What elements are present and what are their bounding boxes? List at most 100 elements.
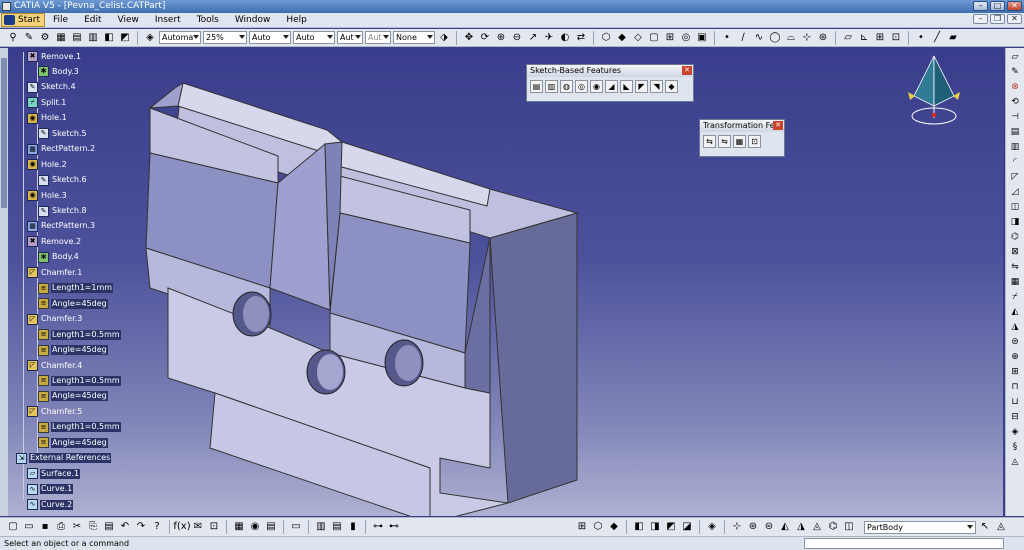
design-table-icon[interactable]: ▤ bbox=[264, 520, 278, 534]
plane-icon[interactable]: ▱ bbox=[841, 31, 855, 45]
color-combo[interactable]: Automa bbox=[159, 31, 201, 44]
tree-node[interactable]: ✱ Body.4 bbox=[38, 251, 80, 263]
compass[interactable] bbox=[906, 54, 962, 128]
catia-v5-icon[interactable]: ◬ bbox=[994, 520, 1008, 534]
menu-window[interactable]: Window bbox=[227, 13, 279, 27]
add-icon[interactable]: ⊞ bbox=[1009, 366, 1022, 378]
menu-help[interactable]: Help bbox=[278, 13, 315, 27]
hide-icon[interactable]: ◧ bbox=[632, 520, 646, 534]
fly-mode-icon[interactable]: ✈ bbox=[542, 31, 556, 45]
print-icon[interactable]: ⎙ bbox=[54, 520, 68, 534]
part-model[interactable] bbox=[0, 48, 1003, 516]
groove-icon[interactable]: ◎ bbox=[575, 80, 588, 93]
tree-node[interactable]: ◉ Hole.2 bbox=[27, 159, 68, 171]
start-menu[interactable]: Start bbox=[1, 13, 45, 27]
reference-icon[interactable]: ⊶ bbox=[371, 520, 385, 534]
tools-icon[interactable]: ✎ bbox=[22, 31, 36, 45]
close-surface-icon[interactable]: ◮ bbox=[1009, 321, 1022, 333]
tree-node[interactable]: ✎ Sketch.4 bbox=[27, 81, 77, 93]
remove-lump-icon[interactable]: ⊟ bbox=[1009, 411, 1022, 423]
command-input[interactable] bbox=[804, 538, 1004, 549]
menu-edit[interactable]: Edit bbox=[76, 13, 109, 27]
wireframe-icon[interactable]: ▢ bbox=[647, 31, 661, 45]
point-icon[interactable]: • bbox=[720, 31, 734, 45]
color-icon[interactable]: ◧ bbox=[102, 31, 116, 45]
tree-node[interactable]: ∿ Curve.2 bbox=[27, 499, 74, 511]
pocket-icon[interactable]: ▥ bbox=[545, 80, 558, 93]
rib-icon[interactable]: ◢ bbox=[605, 80, 618, 93]
material-icon[interactable]: ◉ bbox=[248, 520, 262, 534]
graphic-properties-icon[interactable]: ▦ bbox=[54, 31, 68, 45]
scan-icon[interactable]: ◫ bbox=[842, 520, 856, 534]
transparency-combo[interactable]: 25% bbox=[203, 31, 247, 44]
pointer-icon[interactable]: ⚲ bbox=[6, 31, 20, 45]
tree-node[interactable]: ✱ Body.3 bbox=[38, 66, 80, 78]
maximize-button[interactable]: □ bbox=[990, 1, 1005, 11]
tree-node[interactable]: ✖ Remove.2 bbox=[27, 236, 82, 248]
tree-node[interactable]: ≡ Angle=45deg bbox=[38, 298, 108, 310]
multi-section-solid-icon[interactable]: ◥ bbox=[650, 80, 663, 93]
tree-node[interactable]: ▱ Surface.1 bbox=[27, 468, 81, 480]
tree-node[interactable]: ≡ Length1=0.5mm bbox=[38, 329, 121, 341]
curvature-analysis-icon[interactable]: ◮ bbox=[794, 520, 808, 534]
sew-surface-icon[interactable]: ⊜ bbox=[1009, 336, 1022, 348]
tree-node[interactable]: ◸ Chamfer.4 bbox=[27, 360, 83, 371]
remove-face-icon[interactable]: ⊠ bbox=[1009, 246, 1022, 258]
tree-node[interactable]: ∿ Curve.1 bbox=[27, 483, 74, 495]
apply-material-icon[interactable]: ◈ bbox=[1009, 426, 1022, 438]
swap-icon[interactable]: ◨ bbox=[648, 520, 662, 534]
tree-node[interactable]: ⇲ External References bbox=[16, 452, 112, 464]
chamfer-side-icon[interactable]: ◸ bbox=[1009, 171, 1022, 183]
update-icon[interactable]: ⟲ bbox=[1009, 96, 1022, 108]
menu-view[interactable]: View bbox=[110, 13, 147, 27]
doc-restore-button[interactable]: ❐ bbox=[990, 14, 1005, 24]
removed-multi-section-icon[interactable]: ◆ bbox=[665, 80, 678, 93]
doc-minimize-button[interactable]: – bbox=[973, 14, 988, 24]
tree-node[interactable]: ◉ Hole.1 bbox=[27, 112, 68, 124]
tree-node[interactable]: ✖ Remove.1 bbox=[27, 51, 82, 62]
formula-icon[interactable]: f(x) bbox=[173, 520, 190, 534]
thread-icon[interactable]: ⌬ bbox=[1009, 231, 1022, 243]
close-icon[interactable]: ✕ bbox=[773, 121, 783, 130]
tree-scrollbar[interactable] bbox=[0, 48, 8, 516]
tree-node[interactable]: ✎ Sketch.6 bbox=[38, 174, 88, 186]
swap-space-icon[interactable]: ⇄ bbox=[574, 31, 588, 45]
draft-icon[interactable]: ◿ bbox=[1009, 186, 1022, 198]
sheet-icon[interactable]: ▤ bbox=[70, 31, 84, 45]
rect-pattern-icon[interactable]: ▦ bbox=[733, 135, 746, 148]
line-3d-icon[interactable]: ╱ bbox=[930, 31, 944, 45]
measure-inertia-icon[interactable]: ⊜ bbox=[762, 520, 776, 534]
catalog-icon[interactable]: ▦ bbox=[232, 520, 246, 534]
tree-node[interactable]: ✎ Sketch.5 bbox=[38, 128, 88, 140]
fit-all-icon[interactable]: ⊞ bbox=[575, 520, 589, 534]
undo-icon[interactable]: ↶ bbox=[118, 520, 132, 534]
catia-icon[interactable]: ◬ bbox=[1009, 456, 1022, 468]
tree-node[interactable]: ≡ Angle=45deg bbox=[38, 344, 108, 356]
macro-icon[interactable]: ⚙ bbox=[38, 31, 52, 45]
tree-node[interactable]: ≡ Length1=0.5mm bbox=[38, 375, 121, 387]
draft-analysis-icon[interactable]: ◭ bbox=[778, 520, 792, 534]
point-3d-icon[interactable]: • bbox=[914, 31, 928, 45]
select-icon[interactable]: ↖ bbox=[978, 520, 992, 534]
part-body-select[interactable]: PartBody bbox=[864, 520, 976, 534]
work-object-icon[interactable]: ▮ bbox=[346, 520, 360, 534]
tap-analysis-icon[interactable]: ◬ bbox=[810, 520, 824, 534]
iso-view-icon[interactable]: ⬡ bbox=[599, 31, 613, 45]
apply-material-bottom-icon[interactable]: ◈ bbox=[705, 520, 719, 534]
shading-material-icon[interactable]: ◆ bbox=[607, 520, 621, 534]
insert-body-icon[interactable]: ▥ bbox=[314, 520, 328, 534]
tree-node[interactable]: ≡ Angle=45deg bbox=[38, 390, 108, 402]
measure-item-icon[interactable]: ⊛ bbox=[746, 520, 760, 534]
shell-icon[interactable]: ◫ bbox=[1009, 201, 1022, 213]
layer-icon[interactable]: ◩ bbox=[118, 31, 132, 45]
line-icon[interactable]: ∕ bbox=[736, 31, 750, 45]
close-icon[interactable]: ✕ bbox=[682, 66, 692, 75]
layer-combo[interactable]: None bbox=[393, 31, 435, 44]
union-trim-icon[interactable]: ⊔ bbox=[1009, 396, 1022, 408]
fillet-icon[interactable]: ◜ bbox=[1009, 156, 1022, 168]
pattern-side-icon[interactable]: ▦ bbox=[1009, 276, 1022, 288]
comment-icon[interactable]: ✉ bbox=[191, 520, 205, 534]
circle-icon[interactable]: ◯ bbox=[768, 31, 782, 45]
split-side-icon[interactable]: ⌿ bbox=[1009, 291, 1022, 303]
zoom-in-icon[interactable]: ⊕ bbox=[494, 31, 508, 45]
